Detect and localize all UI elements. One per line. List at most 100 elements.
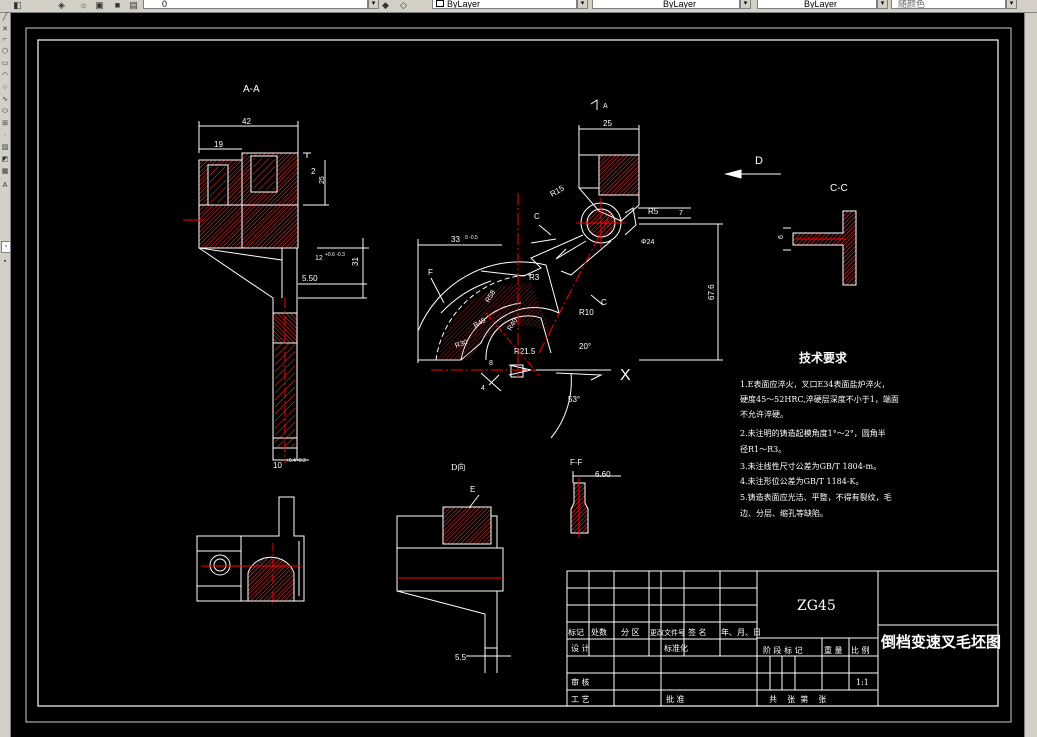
arrow-d-label: D: [755, 155, 763, 167]
header-count: 处数: [591, 627, 607, 637]
title-block: ZG45 倒档变速叉毛坯图 标记 处数 分 区 更改文件号 签 名 年、月、日 …: [566, 570, 1001, 707]
material-label: ZG45: [797, 598, 836, 614]
dim-2: 2: [311, 167, 316, 176]
view-d: D向 E 5.5: [396, 462, 511, 673]
dim-r21-5: R21.5: [514, 347, 536, 356]
block-tool-icon[interactable]: ⊞: [1, 119, 9, 128]
sheets-label: 共 张 第 张: [769, 694, 826, 704]
dim-5-5: 5.5: [455, 653, 467, 662]
dim-r10: R10: [579, 308, 594, 317]
dim-33-tol: 0 -0.5: [465, 235, 478, 241]
pan-icon[interactable]: ▪: [1, 257, 9, 266]
lineweight-combo[interactable]: ByLayer: [757, 0, 877, 9]
dim-67-6: 67.6: [707, 284, 716, 300]
linetype-dropdown[interactable]: ▾: [740, 0, 751, 9]
draw-toolbar: ╱ ✕ ⌐ ⬡ ▭ ◠ ○ ∿ ⬭ ⊞ · ▨ ◩ ▦ A ▫ ▪: [0, 13, 11, 737]
color-swatch: [436, 0, 444, 7]
section-aa-view: A-A 42 19 2 25 12 +0.6 -0.3 31 5.50 10 +…: [183, 84, 369, 470]
layer-color-icon[interactable]: ■: [112, 0, 123, 10]
make-current-icon[interactable]: ◆: [380, 0, 391, 10]
dim-4: 4: [481, 385, 485, 392]
dim-42: 42: [242, 117, 251, 126]
drawing-svg: A-A 42 19 2 25 12 +0.6 -0.3 31 5.50 10 +…: [25, 27, 1012, 723]
layer-number: 0: [162, 0, 168, 9]
header-doc: 更改文件号: [650, 628, 685, 637]
label-c1: C: [534, 212, 540, 221]
polygon-tool-icon[interactable]: ⬡: [1, 47, 9, 56]
dim-6-60: 6.60: [595, 470, 611, 479]
design-label: 设 计: [571, 643, 590, 653]
arc-tool-icon[interactable]: ◠: [1, 71, 9, 80]
approve-label: 批 准: [666, 694, 685, 704]
dim-7: 7: [679, 210, 683, 217]
dim-33: 33: [451, 235, 460, 244]
part-name: 倒档变速叉毛坯图: [880, 633, 1001, 651]
dim-25-aa: 25: [319, 176, 326, 184]
header-date: 年、月、日: [721, 627, 761, 637]
header-zone: 分 区: [621, 628, 640, 637]
dim-5-50: 5.50: [302, 274, 318, 283]
dim-8: 8: [489, 360, 493, 367]
polyline-tool-icon[interactable]: ⌐: [1, 35, 9, 44]
label-f: F: [428, 268, 433, 277]
tech-line-6: 3.未注线性尺寸公差为GB/T 1804-m。: [740, 461, 881, 471]
tech-line-4: 2.未注明的铸造起模角度1°～2°，圆角半: [740, 428, 886, 438]
spline-tool-icon[interactable]: ∿: [1, 95, 9, 104]
tech-line-1: 1.E表面应淬火，叉口E34表面盐炉淬火，: [740, 379, 890, 389]
header-sign: 签 名: [688, 627, 707, 637]
line-tool-icon[interactable]: ╱: [1, 13, 9, 22]
table-tool-icon[interactable]: ▦: [1, 167, 9, 176]
mtext-tool-icon[interactable]: A: [1, 181, 9, 190]
process-label: 工 艺: [571, 695, 590, 704]
stage-label: 阶 段 标 记: [763, 645, 803, 655]
layer-state-icon[interactable]: ◈: [56, 0, 67, 10]
dim-12-tol: +0.6 -0.3: [325, 252, 345, 258]
tech-line-8: 5.铸造表面应光洁、平整，不得有裂纹，毛: [740, 492, 892, 502]
dim-r15: R15: [549, 183, 567, 198]
section-ff-view: F-F 6.60: [570, 458, 621, 538]
plotstyle-dropdown[interactable]: ▾: [1006, 0, 1017, 9]
color-dropdown[interactable]: ▾: [577, 0, 588, 9]
drawing-canvas[interactable]: A-A 42 19 2 25 12 +0.6 -0.3 31 5.50 10 +…: [11, 13, 1024, 737]
view-d-label: D向: [451, 462, 465, 472]
color-combo[interactable]: ByLayer: [432, 0, 577, 9]
freeze-icon[interactable]: ☼: [78, 0, 89, 10]
tech-line-5: 径R1～R3。: [740, 444, 786, 454]
label-e: E: [470, 485, 475, 494]
layer-match-icon[interactable]: ◇: [398, 0, 409, 10]
linetype-combo[interactable]: ByLayer: [592, 0, 740, 9]
xline-tool-icon[interactable]: ✕: [1, 25, 9, 34]
standard-label: 标准化: [664, 643, 688, 653]
region-tool-icon[interactable]: ◩: [1, 155, 9, 164]
dim-6-cc: 6: [778, 235, 785, 239]
dim-12: 12: [315, 255, 323, 262]
tech-title: 技术要求: [799, 350, 848, 365]
tech-line-9: 边、分层、缩孔等缺陷。: [740, 508, 828, 518]
layer-combo-dropdown[interactable]: ▾: [368, 0, 379, 9]
dim-r3: R3: [529, 273, 540, 282]
tech-requirements: 技术要求 1.E表面应淬火，叉口E34表面盐炉淬火， 硬度45～52HRC,淬硬…: [740, 350, 899, 518]
review-label: 审 核: [571, 677, 590, 687]
plotstyle-combo[interactable]: 随颜色: [891, 0, 1006, 9]
section-ff-label: F-F: [570, 458, 583, 467]
panel-toggle-icon[interactable]: ▫: [1, 241, 11, 253]
lock-icon[interactable]: ▣: [94, 0, 105, 10]
dim-20deg: 20°: [579, 342, 591, 351]
tech-line-2: 硬度45～52HRC,淬硬层深度不小于1，端面: [740, 394, 899, 404]
circle-tool-icon[interactable]: ○: [1, 83, 9, 92]
section-aa-label: A-A: [243, 84, 260, 95]
hatch-tool-icon[interactable]: ▨: [1, 143, 9, 152]
dim-31: 31: [351, 257, 360, 266]
layer-combo[interactable]: 0: [143, 0, 368, 9]
bottom-left-view: [196, 496, 305, 603]
layer-previous-icon[interactable]: ▤: [128, 0, 139, 10]
dim-10: 10: [273, 461, 282, 470]
rectangle-tool-icon[interactable]: ▭: [1, 59, 9, 68]
right-scroll-area[interactable]: [1024, 13, 1037, 737]
lineweight-dropdown[interactable]: ▾: [877, 0, 888, 9]
layer-manager-icon[interactable]: ◧: [12, 0, 23, 10]
ellipse-tool-icon[interactable]: ⬭: [1, 107, 9, 116]
dim-10-tol: +0.4 -0.2: [286, 458, 306, 464]
point-tool-icon[interactable]: ·: [1, 131, 9, 140]
label-c2: C: [601, 298, 607, 307]
